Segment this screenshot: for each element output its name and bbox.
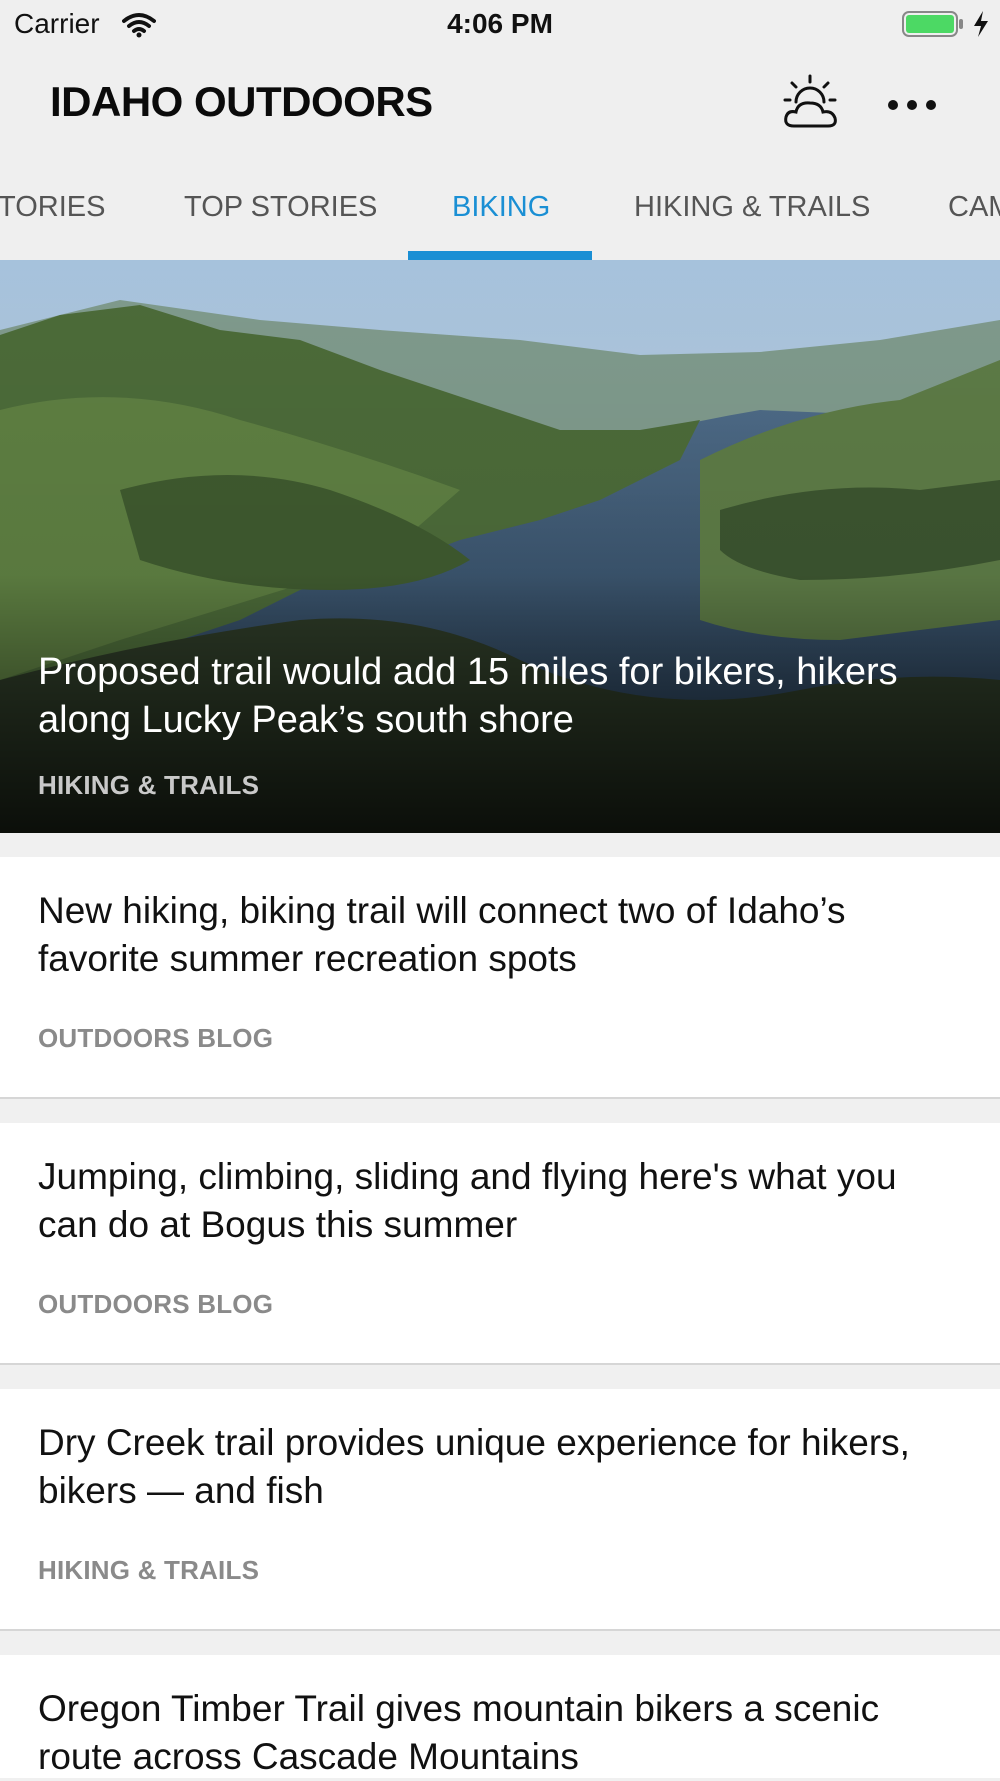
- featured-story-image: [0, 260, 1000, 833]
- story-category: OUTDOORS BLOG: [38, 1289, 274, 1319]
- story-card[interactable]: New hiking, biking trail will connect tw…: [0, 857, 1000, 1099]
- story-title: Jumping, climbing, sliding and flying he…: [38, 1156, 897, 1245]
- tab-camping[interactable]: CAM: [948, 191, 1000, 224]
- story-category: HIKING & TRAILS: [38, 1555, 260, 1585]
- story-card[interactable]: Jumping, climbing, sliding and flying he…: [0, 1123, 1000, 1365]
- status-bar: Carrier 4:06 PM: [0, 0, 1000, 50]
- story-card[interactable]: Oregon Timber Trail gives mountain biker…: [0, 1655, 1000, 1778]
- story-title: Dry Creek trail provides unique experien…: [38, 1422, 910, 1511]
- featured-story-category: HIKING & TRAILS: [38, 770, 260, 800]
- active-tab-indicator: [408, 251, 592, 260]
- featured-story-title: Proposed trail would add 15 miles for bi…: [38, 651, 898, 741]
- partly-cloudy-icon[interactable]: [780, 72, 844, 136]
- story-card[interactable]: Dry Creek trail provides unique experien…: [0, 1389, 1000, 1631]
- story-title: Oregon Timber Trail gives mountain biker…: [38, 1688, 880, 1777]
- charging-bolt-icon: [972, 10, 990, 43]
- story-category: OUTDOORS BLOG: [38, 1023, 274, 1053]
- tab-top-stories[interactable]: TOP STORIES: [184, 191, 377, 224]
- clock: 4:06 PM: [447, 8, 553, 39]
- tab-stories[interactable]: TORIES: [0, 191, 105, 224]
- story-title: New hiking, biking trail will connect tw…: [38, 890, 846, 979]
- section-tabs: TORIES TOP STORIES BIKING HIKING & TRAIL…: [0, 155, 1000, 261]
- featured-story[interactable]: Proposed trail would add 15 miles for bi…: [0, 260, 1000, 833]
- tab-biking[interactable]: BIKING: [452, 191, 550, 224]
- app-header: IDAHO OUTDOORS: [0, 50, 1000, 155]
- app-title: IDAHO OUTDOORS: [50, 78, 433, 125]
- tab-hiking-trails[interactable]: HIKING & TRAILS: [634, 191, 870, 224]
- more-options-icon[interactable]: [880, 85, 944, 125]
- battery-icon: [902, 11, 964, 42]
